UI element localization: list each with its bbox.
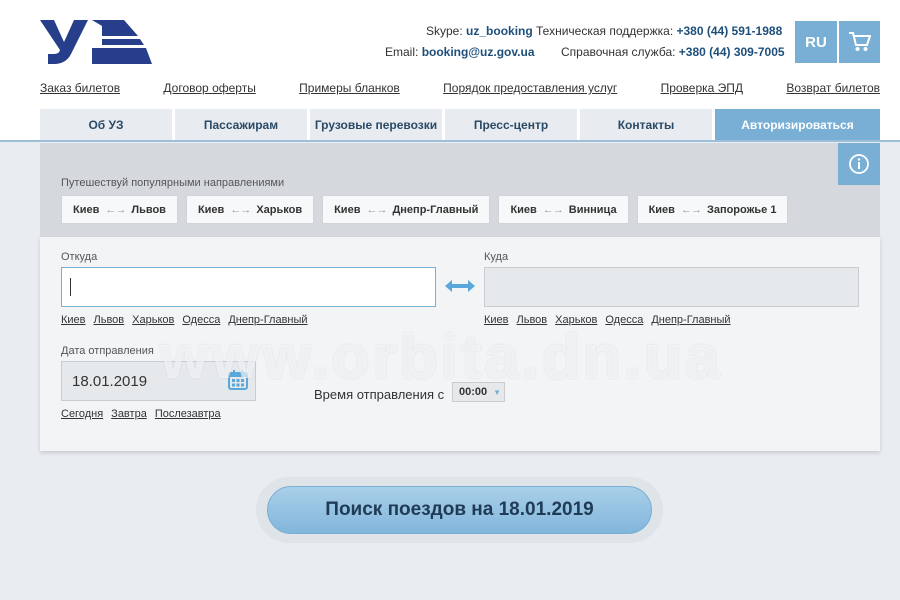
to-city-odessa[interactable]: Одесса bbox=[605, 314, 643, 326]
route-kiev-lviv[interactable]: Киев ←→ Львов bbox=[61, 195, 178, 224]
info-phone[interactable]: +380 (44) 309-7005 bbox=[679, 45, 785, 59]
route-kiev-zaporizhzhia[interactable]: Киев ←→ Запорожье 1 bbox=[636, 195, 789, 224]
popular-routes-title: Путешествуй популярными направлениями bbox=[61, 177, 285, 189]
link-ticket-refund[interactable]: Возврат билетов bbox=[786, 81, 880, 95]
language-button[interactable]: RU bbox=[795, 21, 837, 63]
info-contact: Справочная служба: +380 (44) 309-7005 bbox=[561, 45, 785, 59]
main-nav: Об УЗ Пассажирам Грузовые перевозки Прес… bbox=[40, 109, 880, 140]
search-button-wrap: Поиск поездов на 18.01.2019 bbox=[256, 477, 663, 543]
departure-time-select[interactable]: 00:00 ▼ bbox=[452, 382, 505, 402]
link-order-tickets[interactable]: Заказ билетов bbox=[40, 81, 120, 95]
route-kiev-vinnytsia[interactable]: Киев ←→ Винница bbox=[498, 195, 629, 224]
route-kiev-dnipro[interactable]: Киев ←→ Днепр-Главный bbox=[322, 195, 491, 224]
tab-passengers[interactable]: Пассажирам bbox=[175, 109, 307, 140]
tab-about[interactable]: Об УЗ bbox=[40, 109, 172, 140]
support-contact: Техническая поддержка: +380 (44) 591-198… bbox=[536, 24, 783, 38]
to-quick-cities: Киев Львов Харьков Одесса Днепр-Главный bbox=[484, 314, 731, 326]
info-icon bbox=[849, 154, 869, 174]
bidirectional-arrow-icon: ←→ bbox=[230, 203, 251, 216]
from-city-lviv[interactable]: Львов bbox=[94, 314, 125, 326]
date-tomorrow[interactable]: Завтра bbox=[111, 408, 147, 420]
cart-icon bbox=[848, 32, 871, 51]
bidirectional-arrow-icon: ←→ bbox=[105, 203, 126, 216]
from-city-kiev[interactable]: Киев bbox=[61, 314, 86, 326]
calendar-icon[interactable] bbox=[228, 370, 248, 390]
link-check-epd[interactable]: Проверка ЭПД bbox=[661, 81, 743, 95]
bidirectional-arrow-icon: ←→ bbox=[542, 203, 564, 216]
top-links: Заказ билетов Договор оферты Примеры бла… bbox=[40, 81, 880, 95]
route-kiev-kharkiv[interactable]: Киев ←→ Харьков bbox=[185, 195, 315, 224]
support-phone[interactable]: +380 (44) 591-1988 bbox=[677, 24, 783, 38]
popular-routes-list: Киев ←→ Львов Киев ←→ Харьков Киев ←→ Дн… bbox=[61, 195, 789, 224]
date-day-after-tomorrow[interactable]: Послезавтра bbox=[155, 408, 221, 420]
cart-button[interactable] bbox=[839, 21, 880, 63]
from-quick-cities: Киев Львов Харьков Одесса Днепр-Главный bbox=[61, 314, 308, 326]
to-label: Куда bbox=[484, 251, 509, 263]
from-label: Откуда bbox=[61, 251, 98, 263]
to-city-dnipro[interactable]: Днепр-Главный bbox=[651, 314, 730, 326]
date-label: Дата отправления bbox=[61, 345, 154, 357]
text-caret bbox=[70, 278, 71, 296]
date-today[interactable]: Сегодня bbox=[61, 408, 103, 420]
to-city-kharkiv[interactable]: Харьков bbox=[555, 314, 597, 326]
quick-dates: Сегодня Завтра Послезавтра bbox=[61, 408, 221, 420]
from-city-kharkiv[interactable]: Харьков bbox=[132, 314, 174, 326]
date-input[interactable]: 18.01.2019 bbox=[61, 361, 256, 401]
skype-value[interactable]: uz_booking bbox=[466, 24, 533, 38]
bidirectional-arrow-icon: ←→ bbox=[680, 203, 702, 216]
link-offer-contract[interactable]: Договор оферты bbox=[163, 81, 255, 95]
login-button[interactable]: Авторизироваться bbox=[715, 109, 880, 140]
search-trains-button[interactable]: Поиск поездов на 18.01.2019 bbox=[267, 486, 652, 534]
tab-contacts[interactable]: Контакты bbox=[580, 109, 712, 140]
email-contact: Email: booking@uz.gov.ua bbox=[385, 45, 535, 59]
skype-contact: Skype: uz_booking bbox=[426, 24, 533, 38]
uz-logo[interactable] bbox=[40, 20, 152, 64]
email-value[interactable]: booking@uz.gov.ua bbox=[422, 45, 535, 59]
info-button[interactable] bbox=[838, 143, 880, 185]
departure-time-label: Время отправления с bbox=[314, 387, 445, 402]
chevron-down-icon: ▼ bbox=[493, 387, 502, 397]
tab-cargo[interactable]: Грузовые перевозки bbox=[310, 109, 442, 140]
link-form-samples[interactable]: Примеры бланков bbox=[299, 81, 400, 95]
from-input[interactable] bbox=[61, 267, 436, 307]
swap-arrows-icon[interactable] bbox=[443, 278, 477, 294]
to-city-lviv[interactable]: Львов bbox=[517, 314, 548, 326]
from-city-odessa[interactable]: Одесса bbox=[182, 314, 220, 326]
link-service-procedure[interactable]: Порядок предоставления услуг bbox=[443, 81, 617, 95]
to-city-kiev[interactable]: Киев bbox=[484, 314, 509, 326]
to-input[interactable] bbox=[484, 267, 859, 307]
bidirectional-arrow-icon: ←→ bbox=[366, 203, 387, 216]
from-city-dnipro[interactable]: Днепр-Главный bbox=[228, 314, 307, 326]
tab-press[interactable]: Пресс-центр bbox=[445, 109, 577, 140]
